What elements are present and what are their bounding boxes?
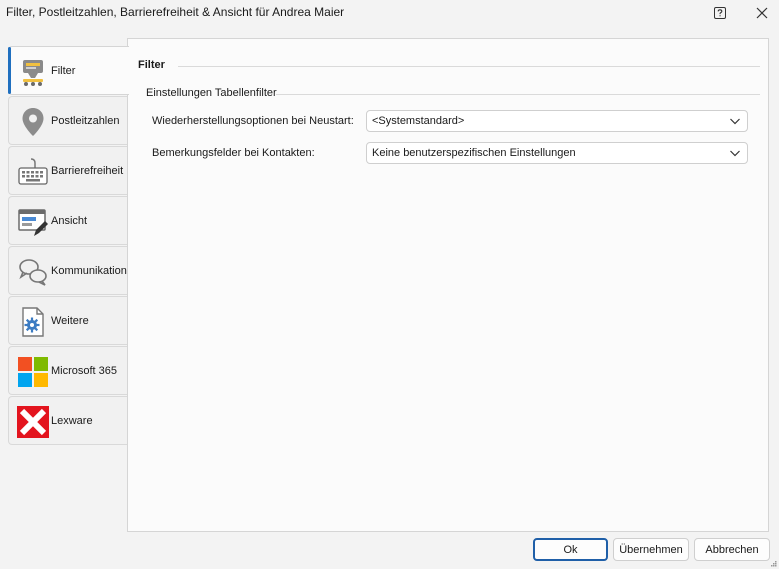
sidebar-item-kommunikation[interactable]: Kommunikation (8, 246, 127, 295)
sidebar-item-label: Kommunikation (51, 265, 127, 277)
settings-panel: Filter Einstellungen Tabellenfilter Wied… (127, 38, 769, 532)
microsoft-365-icon (18, 357, 48, 387)
active-indicator (8, 47, 11, 94)
section-title: Filter (138, 59, 165, 71)
sidebar-item-label: Lexware (51, 415, 93, 427)
sidebar-item-filter[interactable]: Filter (8, 46, 129, 95)
window-title: Filter, Postleitzahlen, Barrierefreiheit… (6, 5, 345, 19)
title-bar: Filter, Postleitzahlen, Barrierefreiheit… (0, 0, 779, 26)
sidebar-item-label: Weitere (51, 315, 89, 327)
group-title: Einstellungen Tabellenfilter (146, 87, 277, 99)
sidebar-item-label: Microsoft 365 (51, 365, 118, 377)
apply-button[interactable]: Übernehmen (613, 538, 689, 561)
remark-fields-select[interactable]: Keine benutzerspezifischen Einstellungen (366, 142, 748, 164)
resize-grip-icon[interactable] (771, 561, 777, 567)
ok-button[interactable]: Ok (533, 538, 608, 561)
group-divider (276, 94, 760, 95)
settings-document-icon (22, 307, 44, 337)
speech-bubbles-icon (19, 259, 47, 286)
sidebar-item-microsoft-365[interactable]: Microsoft 365 (8, 346, 127, 395)
close-icon (756, 7, 768, 19)
sidebar-item-label: Barrierefreiheit (51, 165, 124, 177)
chevron-down-icon (730, 150, 740, 157)
sidebar-item-postleitzahlen[interactable]: Postleitzahlen (8, 96, 127, 145)
help-question-icon (714, 7, 726, 19)
restore-options-label: Wiederherstellungsoptionen bei Neustart: (152, 115, 354, 127)
section-divider (178, 66, 760, 67)
close-button[interactable] (748, 2, 776, 24)
remark-fields-label: Bemerkungsfelder bei Kontakten: (152, 147, 315, 159)
view-edit-icon (18, 209, 48, 236)
restore-options-select[interactable]: <Systemstandard> (366, 110, 748, 132)
cancel-button[interactable]: Abbrechen (694, 538, 770, 561)
select-value: Keine benutzerspezifischen Einstellungen (372, 147, 576, 159)
lexware-icon (17, 406, 49, 438)
sidebar-item-lexware[interactable]: Lexware (8, 396, 127, 445)
location-pin-icon (22, 108, 44, 136)
sidebar-item-label: Filter (51, 65, 76, 77)
chevron-down-icon (730, 118, 740, 125)
sidebar-item-label: Postleitzahlen (51, 115, 120, 127)
sidebar-item-label: Ansicht (51, 215, 88, 227)
select-value: <Systemstandard> (372, 115, 465, 127)
keyboard-icon (18, 158, 48, 185)
sidebar-item-ansicht[interactable]: Ansicht (8, 196, 127, 245)
sidebar-item-weitere[interactable]: Weitere (8, 296, 127, 345)
filter-icon (23, 60, 43, 86)
help-button[interactable] (706, 2, 734, 24)
sidebar-item-barrierefreiheit[interactable]: Barrierefreiheit (8, 146, 127, 195)
